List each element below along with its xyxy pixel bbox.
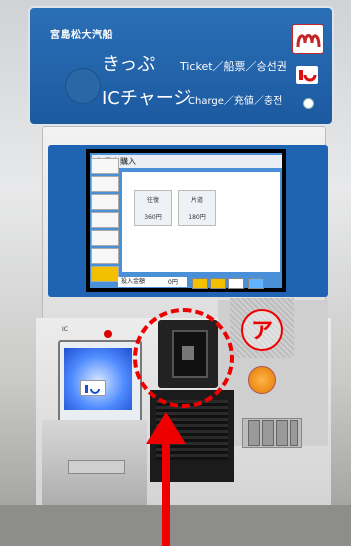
indicator-knob-icon [303,98,314,109]
ic-card-badge-icon [296,66,318,84]
fare-button-one-way[interactable]: 片道 180円 [178,190,216,226]
screen-option-button[interactable] [192,278,208,289]
screen-language-button[interactable] [248,278,264,289]
side-menu-button[interactable] [91,176,119,192]
side-menu-button[interactable] [91,230,119,246]
side-menu-button[interactable] [91,158,119,174]
ic-reader-logo-icon [80,380,106,396]
change-tray-slat [290,420,298,446]
ticket-subheading: Ticket／船票／승선권 [180,60,287,73]
change-tray-slat [276,420,288,446]
kiosk-photo: 宮島松大汽船 きっぷ Ticket／船票／승선권 ICチャージ Charge／充… [0,0,351,546]
coin-slot[interactable] [248,366,276,394]
machine-header-sign: 宮島松大汽船 きっぷ Ticket／船票／승선권 ICチャージ Charge／充… [30,8,332,124]
screen-title: お券を購入 [92,155,282,168]
speaker-grille-icon [65,68,101,104]
screen-back-button[interactable] [228,278,244,289]
side-menu-button[interactable] [91,248,119,264]
fare-label: 片道 [190,197,203,204]
change-tray-slat [248,420,260,446]
side-menu-button[interactable] [91,212,119,228]
ic-reader-glow [64,348,132,410]
ic-reader-label-icon: IC [62,326,68,333]
side-menu-button[interactable] [91,266,119,282]
status-lamp-icon [104,330,112,338]
fare-price: 180円 [188,214,206,221]
side-menu-button[interactable] [91,194,119,210]
ticket-heading: きっぷ [102,54,156,75]
fare-price: 360円 [144,214,162,221]
fare-label: 往復 [146,197,159,204]
ic-charge-heading: ICチャージ [102,88,192,109]
inserted-amount-value: 0円 [168,279,178,286]
screen-option-button[interactable] [210,278,226,289]
fare-selection-panel: 往復 360円 片道 180円 [122,172,280,272]
company-logo-icon [292,24,324,54]
red-arrow-icon [146,412,186,546]
fare-button-round-trip[interactable]: 往復 360円 [134,190,172,226]
change-tray-slat [262,420,274,446]
ticket-outlet-slot[interactable] [68,460,125,474]
screen-side-menu [91,158,119,288]
annotation-marker-a: ア [241,309,283,351]
ic-charge-subheading: Charge／充値／충전 [188,96,283,107]
dashed-highlight-circle [133,308,234,408]
company-name: 宮島松大汽船 [50,30,113,41]
